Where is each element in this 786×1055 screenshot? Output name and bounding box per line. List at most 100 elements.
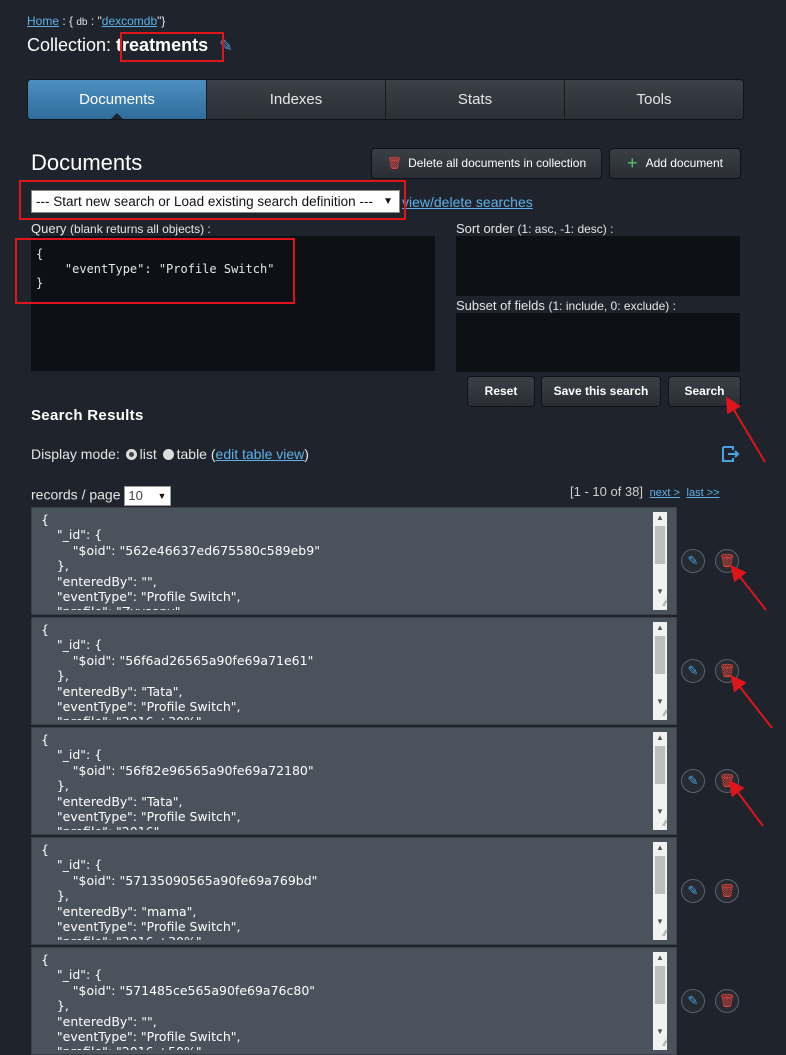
- edit-document-icon[interactable]: ✎: [681, 769, 705, 793]
- delete-document-icon[interactable]: 🗑: [715, 989, 739, 1013]
- scrollbar-thumb[interactable]: [655, 636, 665, 674]
- scroll-up-icon[interactable]: ▲: [656, 843, 664, 852]
- export-icon[interactable]: [722, 446, 740, 467]
- reset-button[interactable]: Reset: [467, 376, 535, 407]
- document-json: { "_id": { "$oid": "56f6ad26565a90fe69a7…: [41, 622, 314, 720]
- document-json: { "_id": { "$oid": "56f82e96565a90fe69a7…: [41, 732, 314, 830]
- fields-hint: (1: include, 0: exclude) :: [548, 299, 676, 313]
- tab-documents[interactable]: Documents: [28, 80, 206, 119]
- scroll-up-icon[interactable]: ▲: [656, 733, 664, 742]
- search-button[interactable]: Search: [668, 376, 741, 407]
- scrollbar[interactable]: ▲ ▼ ⁄⁄: [653, 622, 667, 720]
- delete-document-icon[interactable]: 🗑: [715, 769, 739, 793]
- breadcrumb-sep: : {: [59, 14, 74, 28]
- scroll-up-icon[interactable]: ▲: [656, 513, 664, 522]
- tab-indexes[interactable]: Indexes: [206, 80, 385, 119]
- fields-label: Subset of fields (1: include, 0: exclude…: [456, 298, 676, 313]
- breadcrumb-sep: "}: [157, 14, 166, 28]
- table-radio[interactable]: [162, 449, 174, 460]
- document-json: { "_id": { "$oid": "562e46637ed675580c58…: [41, 512, 320, 610]
- display-mode-label: Display mode:: [31, 446, 120, 462]
- scroll-down-icon[interactable]: ▼: [656, 807, 664, 816]
- save-search-button[interactable]: Save this search: [541, 376, 661, 407]
- dropdown-arrow-icon: ▼: [157, 491, 167, 501]
- pagination: [1 - 10 of 38] next > last >>: [570, 484, 720, 499]
- scrollbar-thumb[interactable]: [655, 746, 665, 784]
- document-row[interactable]: { "_id": { "$oid": "56f82e96565a90fe69a7…: [31, 727, 677, 835]
- sort-hint: (1: asc, -1: desc) :: [517, 222, 614, 236]
- scrollbar[interactable]: ▲ ▼ ⁄⁄: [653, 512, 667, 610]
- breadcrumb-db-link[interactable]: dexcomdb: [102, 14, 157, 28]
- scroll-down-icon[interactable]: ▼: [656, 1027, 664, 1036]
- sort-label-text: Sort order: [456, 221, 514, 236]
- title-prefix: Collection:: [27, 35, 117, 55]
- pencil-square-icon[interactable]: ✎: [219, 38, 232, 55]
- records-per-page: records / page 10 ▼: [31, 486, 172, 506]
- breadcrumb: Home : { db : "dexcomdb"}: [27, 14, 165, 28]
- tab-tools[interactable]: Tools: [564, 80, 743, 119]
- query-text: { "eventType": "Profile Switch" }: [36, 247, 275, 290]
- last-page-link[interactable]: last >>: [687, 487, 720, 499]
- resize-grip-icon[interactable]: ⁄⁄: [653, 1038, 667, 1050]
- scrollbar[interactable]: ▲ ▼ ⁄⁄: [653, 952, 667, 1050]
- edit-document-icon[interactable]: ✎: [681, 879, 705, 903]
- query-label: Query (blank returns all objects) :: [31, 221, 211, 236]
- edit-document-icon[interactable]: ✎: [681, 659, 705, 683]
- scrollbar[interactable]: ▲ ▼ ⁄⁄: [653, 842, 667, 940]
- delete-document-icon[interactable]: 🗑: [715, 659, 739, 683]
- collection-name: treatments: [116, 35, 209, 55]
- sort-label: Sort order (1: asc, -1: desc) :: [456, 221, 613, 236]
- fields-editor[interactable]: [456, 313, 740, 372]
- resize-grip-icon[interactable]: ⁄⁄: [653, 708, 667, 720]
- query-label-text: Query: [31, 221, 67, 236]
- resize-grip-icon[interactable]: ⁄⁄: [653, 818, 667, 830]
- scrollbar[interactable]: ▲ ▼ ⁄⁄: [653, 732, 667, 830]
- add-document-button[interactable]: + Add document: [609, 148, 741, 179]
- resize-grip-icon[interactable]: ⁄⁄: [653, 928, 667, 940]
- annotation-arrow: [728, 779, 764, 827]
- resize-grip-icon[interactable]: ⁄⁄: [653, 598, 667, 610]
- scroll-up-icon[interactable]: ▲: [656, 953, 664, 962]
- display-mode: Display mode: list table (edit table vie…: [31, 446, 309, 462]
- edit-table-view-link[interactable]: edit table view: [216, 446, 305, 462]
- scroll-down-icon[interactable]: ▼: [656, 697, 664, 706]
- search-definition-select[interactable]: --- Start new search or Load existing se…: [31, 190, 400, 213]
- document-row[interactable]: { "_id": { "$oid": "56f6ad26565a90fe69a7…: [31, 617, 677, 725]
- per-page-select[interactable]: 10 ▼: [124, 486, 172, 506]
- edit-document-icon[interactable]: ✎: [681, 989, 705, 1013]
- scrollbar-thumb[interactable]: [655, 966, 665, 1004]
- breadcrumb-home-link[interactable]: Home: [27, 14, 59, 28]
- page-range: [1 - 10 of 38]: [570, 484, 643, 499]
- annotation-arrow: [730, 564, 767, 611]
- page-title: Collection: treatments ✎: [27, 35, 233, 56]
- document-row[interactable]: { "_id": { "$oid": "57135090565a90fe69a7…: [31, 837, 677, 945]
- edit-document-icon[interactable]: ✎: [681, 549, 705, 573]
- breadcrumb-db-label: db: [76, 17, 88, 28]
- sort-order-editor[interactable]: [456, 236, 740, 296]
- next-page-link[interactable]: next >: [650, 487, 680, 499]
- delete-all-button[interactable]: 🗑 Delete all documents in collection: [371, 148, 602, 179]
- tab-stats[interactable]: Stats: [385, 80, 564, 119]
- scrollbar-thumb[interactable]: [655, 526, 665, 564]
- scroll-up-icon[interactable]: ▲: [656, 623, 664, 632]
- document-row[interactable]: { "_id": { "$oid": "562e46637ed675580c58…: [31, 507, 677, 615]
- document-row[interactable]: { "_id": { "$oid": "571485ce565a90fe69a7…: [31, 947, 677, 1055]
- scroll-down-icon[interactable]: ▼: [656, 917, 664, 926]
- table-label: table: [176, 446, 207, 462]
- per-page-value: 10: [128, 488, 143, 503]
- list-label: list: [139, 446, 157, 462]
- scroll-down-icon[interactable]: ▼: [656, 587, 664, 596]
- add-document-label: Add document: [645, 156, 723, 170]
- search-select-value: --- Start new search or Load existing se…: [36, 194, 373, 209]
- view-delete-searches-link[interactable]: view/delete searches: [402, 194, 533, 210]
- delete-all-label: Delete all documents in collection: [408, 156, 587, 170]
- annotation-arrow: [730, 674, 773, 729]
- delete-document-icon[interactable]: 🗑: [715, 879, 739, 903]
- scrollbar-thumb[interactable]: [655, 856, 665, 894]
- plus-icon: +: [627, 153, 638, 173]
- documents-heading: Documents: [31, 150, 143, 175]
- delete-document-icon[interactable]: 🗑: [715, 549, 739, 573]
- trash-icon: 🗑: [386, 156, 403, 170]
- tab-bar: Documents Indexes Stats Tools: [27, 79, 744, 120]
- list-radio[interactable]: [125, 449, 137, 460]
